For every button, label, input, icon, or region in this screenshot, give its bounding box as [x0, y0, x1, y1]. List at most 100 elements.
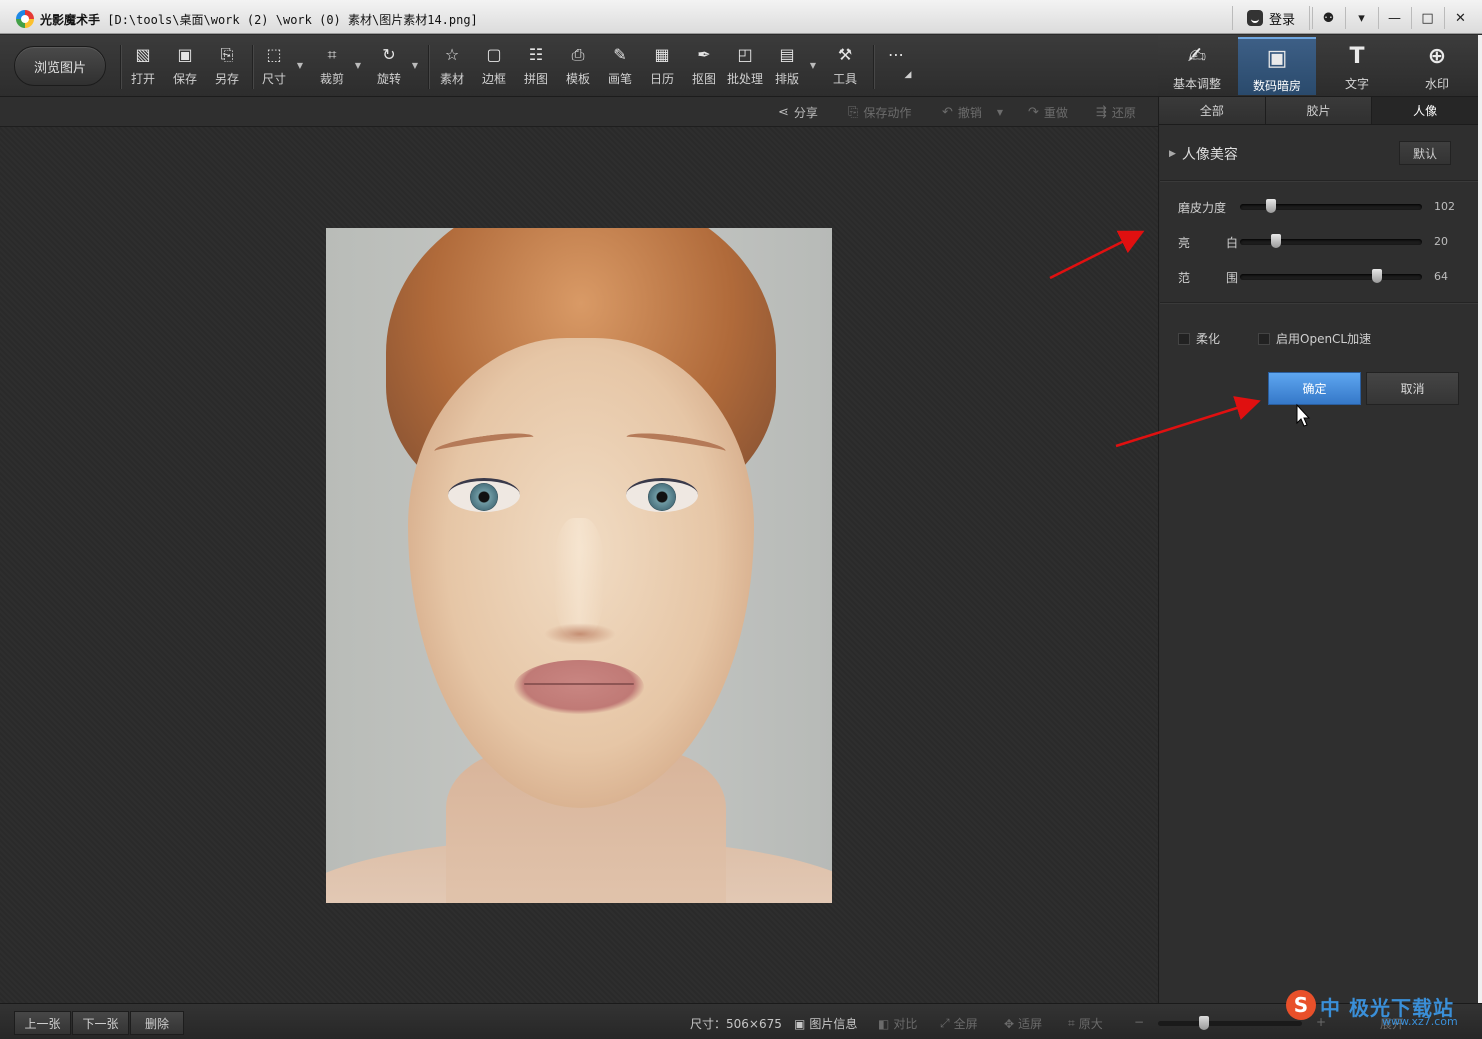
image-canvas[interactable]	[0, 127, 1158, 1003]
checkbox-box[interactable]	[1258, 332, 1270, 345]
next-image-button[interactable]: 下一张	[72, 1011, 129, 1035]
save-action-label: 保存动作	[863, 106, 912, 120]
batch-button[interactable]: ◰ 批处理	[725, 45, 765, 91]
soften-checkbox[interactable]: 柔化	[1178, 330, 1220, 347]
slider-thumb[interactable]	[1265, 199, 1276, 213]
share-label: 分享	[793, 106, 818, 120]
layout-label: 排版	[774, 72, 799, 86]
save-action-button[interactable]: ⎘ 保存动作	[848, 104, 911, 121]
layout-button[interactable]: ▤ 排版 ▼	[767, 45, 816, 91]
crop-label: 裁剪	[319, 72, 344, 86]
tab-text[interactable]: T 文字	[1318, 37, 1396, 95]
fullscreen-button[interactable]: ⤢ 全屏	[940, 1015, 978, 1032]
border-label: 边框	[481, 72, 506, 86]
more-corner-icon: ◢	[904, 70, 912, 80]
template-button[interactable]: ⎙ 模板	[558, 45, 598, 91]
rotate-button[interactable]: ↻ 旋转 ▼	[369, 45, 418, 91]
filter-subtabs: 全部 胶片 人像	[1159, 97, 1480, 125]
photo-nose	[554, 518, 604, 638]
calendar-button[interactable]: ▦ 日历	[642, 45, 682, 91]
tools-label: 工具	[832, 72, 857, 86]
save-button[interactable]: ▣ 保存	[165, 45, 205, 91]
toolbar-divider	[428, 45, 429, 89]
brush-label: 画笔	[607, 72, 632, 86]
subtab-film[interactable]: 胶片	[1265, 97, 1373, 124]
brush-button[interactable]: ✎ 画笔	[600, 45, 640, 91]
cancel-button[interactable]: 取消	[1366, 372, 1459, 405]
checkbox-box[interactable]	[1178, 332, 1190, 345]
confirm-button[interactable]: 确定	[1268, 372, 1361, 405]
rotate-label: 旋转	[376, 72, 401, 86]
template-label: 模板	[565, 72, 590, 86]
crop-button[interactable]: ⌗ 裁剪 ▼	[312, 45, 361, 91]
brush-icon: ✎	[613, 45, 627, 64]
previous-image-button[interactable]: 上一张	[14, 1011, 71, 1035]
skin-button[interactable]: ⚉	[1312, 7, 1344, 29]
zoom-slider[interactable]	[1158, 1016, 1302, 1030]
menu-dropdown-button[interactable]: ▾	[1345, 7, 1377, 29]
opencl-checkbox[interactable]: 启用OpenCL加速	[1258, 330, 1371, 347]
collage-button[interactable]: ☷ 拼图	[516, 45, 556, 91]
slider-whitening: 亮 白 20	[1178, 232, 1458, 252]
calendar-icon: ▦	[654, 45, 670, 64]
slider-track[interactable]	[1240, 199, 1422, 213]
tab-basic-adjust[interactable]: ✍ 基本调整	[1158, 37, 1236, 95]
restore-icon: ⇶	[1096, 105, 1107, 120]
close-button[interactable]: ✕	[1444, 7, 1476, 29]
default-button[interactable]: 默认	[1399, 141, 1451, 165]
toolbar-divider	[252, 45, 253, 89]
redo-button[interactable]: ↷ 重做	[1028, 104, 1068, 121]
save-as-button[interactable]: ⎘ 另存	[207, 45, 247, 91]
more-button[interactable]: ⋯ ◢	[876, 45, 916, 91]
layout-dropdown-icon[interactable]: ▼	[810, 61, 816, 70]
crop-icon: ⌗	[327, 45, 337, 64]
original-size-label: 原大	[1078, 1017, 1103, 1031]
restore-button[interactable]: ⇶ 还原	[1096, 104, 1136, 121]
portrait-photo	[326, 228, 832, 903]
slider-thumb[interactable]	[1271, 234, 1282, 248]
rotate-dropdown-icon[interactable]: ▼	[412, 61, 418, 70]
tab-watermark[interactable]: ⊕ 水印	[1398, 37, 1476, 95]
browse-images-button[interactable]: 浏览图片	[14, 46, 106, 86]
minimize-button[interactable]: —	[1378, 7, 1410, 29]
fit-screen-button[interactable]: ✥ 适屏	[1004, 1015, 1042, 1032]
subtab-portrait[interactable]: 人像	[1372, 97, 1480, 124]
save-as-icon: ⎘	[220, 45, 234, 64]
undo-button[interactable]: ↶ 撤销 ▼	[942, 104, 1003, 121]
size-dropdown-icon[interactable]: ▼	[297, 61, 303, 70]
image-info-label: 图片信息	[809, 1017, 858, 1031]
delete-button[interactable]: 删除	[130, 1011, 184, 1035]
maximize-button[interactable]: □	[1411, 7, 1443, 29]
zoom-out-button[interactable]: −	[1134, 1015, 1144, 1029]
soften-label: 柔化	[1196, 332, 1221, 346]
redo-icon: ↷	[1028, 105, 1039, 120]
material-icon: ☆	[444, 45, 460, 64]
image-info-button[interactable]: ▣ 图片信息	[794, 1015, 857, 1032]
tab-digital-darkroom[interactable]: ▣ 数码暗房	[1238, 37, 1316, 95]
more-icon: ⋯	[888, 45, 904, 64]
original-size-button[interactable]: ⌗ 原大	[1068, 1015, 1103, 1032]
slider-label: 磨皮力度	[1178, 201, 1227, 215]
undo-dropdown-icon[interactable]: ▼	[997, 108, 1003, 117]
cutout-button[interactable]: ✒ 抠图	[684, 45, 724, 91]
border-button[interactable]: ▢ 边框	[474, 45, 514, 91]
rotate-icon: ↻	[382, 45, 396, 64]
size-button[interactable]: ⬚ 尺寸 ▼	[254, 45, 303, 91]
zoom-slider-thumb[interactable]	[1199, 1016, 1210, 1030]
edit-icon: ✍	[1187, 43, 1207, 69]
slider-track[interactable]	[1240, 234, 1422, 248]
open-button[interactable]: ▧ 打开	[123, 45, 163, 91]
material-button[interactable]: ☆ 素材	[432, 45, 472, 91]
crop-dropdown-icon[interactable]: ▼	[355, 61, 361, 70]
tools-button[interactable]: ⚒ 工具	[825, 45, 865, 91]
resize-icon: ⬚	[266, 45, 282, 64]
compare-label: 对比	[893, 1017, 918, 1031]
slider-track[interactable]	[1240, 269, 1422, 283]
compare-button[interactable]: ◧ 对比	[878, 1015, 917, 1032]
login-button[interactable]: 登录	[1232, 6, 1310, 30]
share-button[interactable]: ⋖ 分享	[778, 104, 818, 121]
fullscreen-label: 全屏	[953, 1017, 978, 1031]
subtab-all[interactable]: 全部	[1159, 97, 1266, 124]
slider-thumb[interactable]	[1371, 269, 1382, 283]
collage-icon: ☷	[528, 45, 544, 64]
